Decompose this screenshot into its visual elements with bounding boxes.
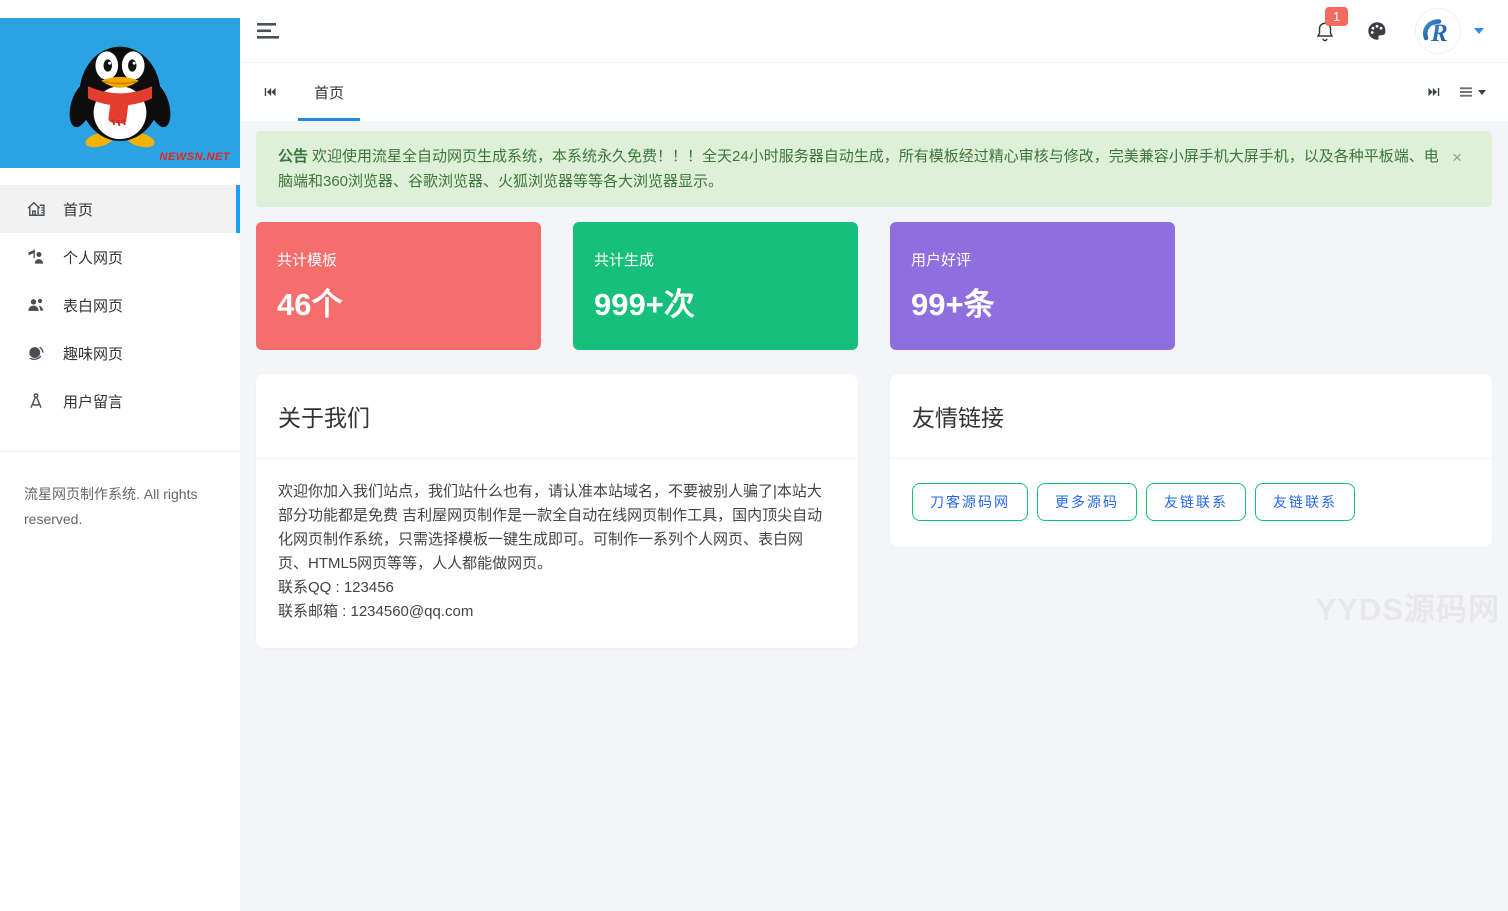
sidebar-copyright: 流星网页制作系统. All rights reserved.: [0, 452, 240, 532]
theme-palette-icon[interactable]: [1366, 20, 1388, 42]
sidebar-menu: 首页 个人网页: [0, 185, 240, 425]
tabs-scroll-right-icon[interactable]: [1418, 63, 1450, 121]
qq-penguin-logo: [54, 29, 186, 158]
compass-icon: [26, 391, 46, 411]
about-card: 关于我们 欢迎你加入我们站点，我们站什么也有，请认准本站域名，不要被别人骗了|本…: [256, 374, 858, 648]
about-contact-qq: 联系QQ : 123456: [278, 576, 830, 600]
sidebar-logo: NEWSN.NET: [0, 18, 240, 168]
close-icon[interactable]: ×: [1452, 149, 1462, 166]
sidebar-item-user-messages[interactable]: 用户留言: [0, 377, 240, 425]
header-actions: 1: [1314, 9, 1484, 53]
tab-bar: 首页: [240, 63, 1508, 121]
sidebar-item-label: 表白网页: [63, 295, 123, 316]
sidebar-item-label: 用户留言: [63, 391, 123, 412]
person-icon: [26, 247, 46, 267]
friend-link-button[interactable]: 友链联系: [1146, 483, 1246, 521]
stat-card-generated: 共计生成 999+次: [573, 222, 858, 350]
about-paragraph: 欢迎你加入我们站点，我们站什么也有，请认准本站域名，不要被别人骗了|本站大部分功…: [278, 480, 830, 576]
announcement-text: 欢迎使用流星全自动网页生成系统，本系统永久免费！！！全天24小时服务器自动生成，…: [278, 148, 1439, 190]
friend-links-body: 刀客源码网 更多源码 友链联系 友链联系: [890, 459, 1492, 547]
notification-badge: 1: [1325, 7, 1348, 26]
sidebar-item-home[interactable]: 首页: [0, 185, 240, 233]
stat-cards-row: 共计模板 46个 共计生成 999+次 用户好评 99+条: [256, 222, 1492, 350]
sidebar-item-personal-page[interactable]: 个人网页: [0, 233, 240, 281]
stat-value: 46个: [277, 279, 520, 324]
stat-label: 共计生成: [594, 249, 837, 270]
about-contact-email: 联系邮箱 : 1234560@qq.com: [278, 600, 830, 624]
stat-card-templates: 共计模板 46个: [256, 222, 541, 350]
globe-icon: [26, 343, 46, 363]
notification-bell-icon[interactable]: 1: [1314, 20, 1336, 42]
collapse-sidebar-icon[interactable]: [255, 20, 281, 42]
user-menu-caret-icon[interactable]: [1474, 28, 1484, 34]
app-window: NEWSN.NET 首页: [0, 0, 1508, 911]
friend-link-button[interactable]: 更多源码: [1037, 483, 1137, 521]
friend-links-card: 友情链接 刀客源码网 更多源码 友链联系 友链联系: [890, 374, 1492, 547]
site-watermark: YYDS源码网: [1316, 584, 1500, 629]
tabbar-spacer: [360, 63, 1418, 121]
tabs-scroll-left-icon[interactable]: [254, 63, 286, 121]
stat-card-reviews: 用户好评 99+条: [890, 222, 1175, 350]
sidebar-item-fun-page[interactable]: 趣味网页: [0, 329, 240, 377]
home-icon: [26, 199, 46, 219]
svg-text:R: R: [1430, 20, 1448, 47]
stat-label: 共计模板: [277, 249, 520, 270]
friend-link-button[interactable]: 友链联系: [1255, 483, 1355, 521]
sidebar-item-confession-page[interactable]: 表白网页: [0, 281, 240, 329]
logo-watermark-text: NEWSN.NET: [160, 151, 231, 163]
users-icon: [26, 295, 46, 315]
about-card-title: 关于我们: [256, 374, 858, 459]
sidebar: NEWSN.NET 首页: [0, 0, 240, 911]
announcement-badge: 公告: [278, 148, 308, 165]
tab-home[interactable]: 首页: [298, 63, 360, 121]
friend-link-button[interactable]: 刀客源码网: [912, 483, 1028, 521]
tab-label: 首页: [314, 82, 344, 103]
about-card-body: 欢迎你加入我们站点，我们站什么也有，请认准本站域名，不要被别人骗了|本站大部分功…: [256, 459, 858, 648]
bottom-cards-row: 关于我们 欢迎你加入我们站点，我们站什么也有，请认准本站域名，不要被别人骗了|本…: [256, 374, 1492, 648]
friend-links-title: 友情链接: [890, 374, 1492, 459]
stat-value: 99+条: [911, 279, 1154, 324]
main-area: 1: [240, 0, 1508, 911]
top-header: 1: [240, 0, 1508, 63]
tabs-menu-caret-icon: [1478, 90, 1486, 95]
content-area: 公告欢迎使用流星全自动网页生成系统，本系统永久免费！！！全天24小时服务器自动生…: [240, 121, 1508, 911]
user-avatar[interactable]: R: [1416, 9, 1460, 53]
sidebar-item-label: 个人网页: [63, 247, 123, 268]
stat-value: 999+次: [594, 279, 837, 324]
stat-label: 用户好评: [911, 249, 1154, 270]
sidebar-item-label: 趣味网页: [63, 343, 123, 364]
sidebar-item-label: 首页: [63, 199, 93, 220]
announcement-banner: 公告欢迎使用流星全自动网页生成系统，本系统永久免费！！！全天24小时服务器自动生…: [256, 131, 1492, 207]
tabs-menu-icon[interactable]: [1450, 63, 1494, 121]
